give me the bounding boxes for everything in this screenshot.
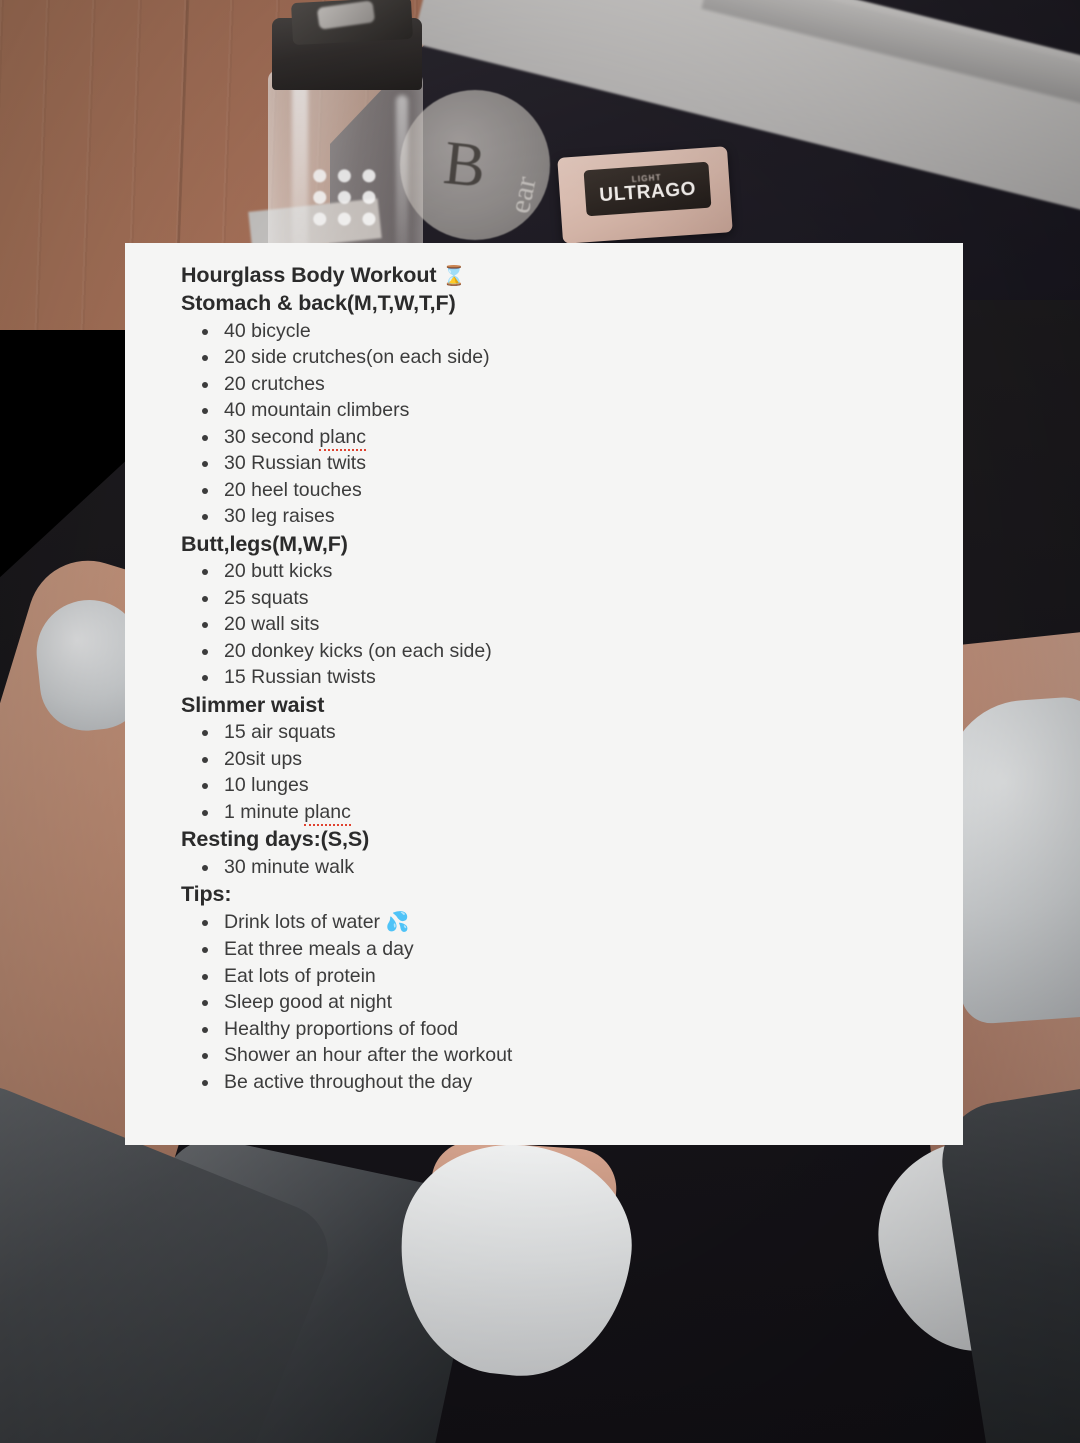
note-title-text: Hourglass Body Workout: [181, 263, 437, 287]
misspelled-word: planc: [304, 800, 351, 826]
list-item: 15 air squats: [199, 719, 937, 746]
screenshot-stage: B ear LIGHT ULTRAGO Hourglass Body Worko…: [0, 0, 1080, 1443]
list-item: Shower an hour after the workout: [199, 1042, 937, 1069]
list-item: Eat lots of protein: [199, 963, 937, 990]
section-list: 40 bicycle 20 side crutches(on each side)…: [199, 318, 937, 530]
section-heading: Resting days:(S,S): [181, 827, 370, 852]
foam-block-label-large: ULTRAGO: [598, 178, 697, 207]
list-item: Be active throughout the day: [199, 1069, 937, 1096]
list-item: 20sit ups: [199, 746, 937, 773]
list-item-text: 30 second: [224, 425, 320, 448]
workout-note-card: Hourglass Body Workout ⌛ Stomach & back(…: [125, 243, 963, 1145]
list-item: Sleep good at night: [199, 989, 937, 1016]
list-item: Eat three meals a day: [199, 936, 937, 963]
hourglass-icon: ⌛: [442, 266, 466, 287]
list-item: Drink lots of water 💦: [199, 909, 937, 937]
list-item: 15 Russian twists: [199, 664, 937, 691]
section-heading: Butt,legs(M,W,F): [181, 531, 348, 556]
foam-block-label: LIGHT ULTRAGO: [583, 161, 712, 217]
list-item: 1 minute planc: [199, 799, 937, 826]
list-item-text: 1 minute: [224, 800, 305, 823]
list-item: 30 leg raises: [199, 503, 937, 530]
water-bottle-infuser: [305, 160, 387, 232]
list-item: 20 donkey kicks (on each side): [199, 638, 937, 665]
list-item: 20 butt kicks: [199, 558, 937, 585]
section-list: 30 minute walk: [199, 854, 937, 881]
list-item: 20 side crutches(on each side): [199, 344, 937, 371]
water-bottle-highlight-right: [396, 95, 408, 265]
list-item: Healthy proportions of food: [199, 1016, 937, 1043]
list-item: 30 second planc: [199, 424, 937, 451]
list-item: 40 mountain climbers: [199, 397, 937, 424]
list-item: 20 crutches: [199, 371, 937, 398]
list-item: 20 wall sits: [199, 611, 937, 638]
note-title: Hourglass Body Workout ⌛: [181, 261, 937, 289]
misspelled-word: planc: [319, 425, 367, 451]
note-sections: Stomach & back(M,T,W,T,F) 40 bicycle 20 si…: [181, 289, 937, 1095]
water-droplets-icon: 💦: [385, 911, 410, 933]
list-item: 10 lunges: [199, 772, 937, 799]
list-item: 20 heel touches: [199, 477, 937, 504]
section-list: Drink lots of water 💦 Eat three meals a d…: [199, 909, 937, 1096]
list-item: 25 squats: [199, 585, 937, 612]
section-heading: Stomach & back(M,T,W,T,F): [181, 291, 456, 316]
list-item: 30 Russian twits: [199, 450, 937, 477]
section-heading: Slimmer waist: [181, 692, 325, 717]
section-list: 15 air squats 20sit ups 10 lunges 1 minute …: [199, 719, 937, 826]
section-list: 20 butt kicks 25 squats 20 wall sits 20 don…: [199, 558, 937, 691]
section-heading: Tips:: [181, 882, 232, 907]
list-item: 40 bicycle: [199, 318, 937, 345]
list-item: 30 minute walk: [199, 854, 937, 881]
mat-logo-letter: B: [440, 129, 489, 201]
list-item-text: Drink lots of water: [224, 910, 386, 933]
